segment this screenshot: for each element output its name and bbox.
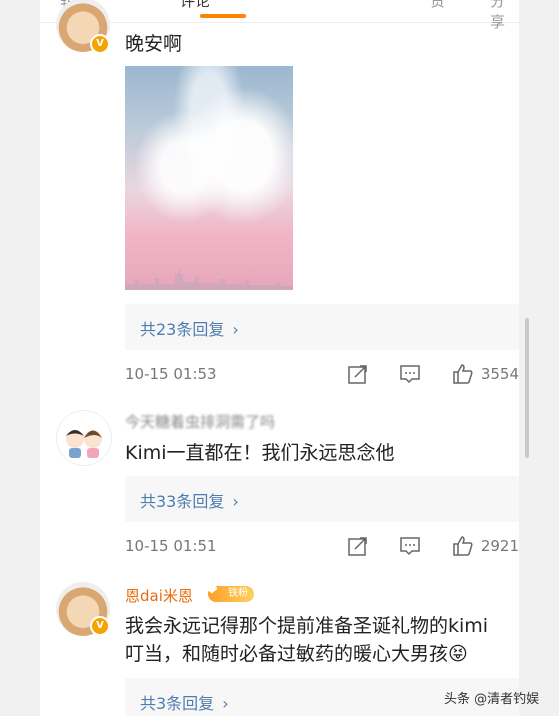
comment-icon[interactable] — [398, 534, 422, 558]
comment-meta: 10-15 01:51 2921 — [125, 534, 519, 558]
cartoon-couple-graphic — [66, 430, 102, 458]
replies-box[interactable]: 共33条回复 › — [125, 476, 519, 522]
username[interactable]: 恩dai米恩 — [125, 585, 193, 606]
repost-icon[interactable] — [346, 534, 370, 558]
tab-comments[interactable]: 评论 — [180, 0, 210, 11]
replies-link[interactable]: 共23条回复 › — [140, 316, 239, 340]
like-count: 2921 — [480, 537, 519, 555]
repost-icon[interactable] — [346, 362, 370, 386]
comment-text-line-2: 叮当，和随时必备过敏药的暖心大男孩😝 — [125, 643, 468, 665]
username[interactable]: 今天糖着虫排洞需了吗 — [125, 411, 275, 432]
like-icon[interactable] — [451, 362, 475, 386]
comment-icon[interactable] — [398, 362, 422, 386]
scrollbar[interactable] — [525, 318, 529, 458]
active-tab-indicator — [200, 14, 246, 18]
verified-badge-icon: V — [90, 34, 110, 54]
comment-list: 转发 评论 赞 分享 V 晚安啊 共23条回复› 10-15 01:53 355… — [40, 0, 519, 716]
comment-text: Kimi一直都在！我们永远思念他 — [125, 442, 395, 464]
timestamp: 10-15 01:51 — [125, 537, 217, 555]
left-gutter — [0, 0, 40, 716]
replies-link[interactable]: 共33条回复 › — [140, 488, 239, 512]
timestamp: 10-15 01:53 — [125, 365, 217, 383]
heart-icon: ❤ — [206, 583, 218, 599]
like-count: 3554 — [480, 365, 519, 383]
watermark: 头条 @清者钓娱 — [444, 692, 540, 707]
chevron-right-icon: › — [222, 694, 229, 713]
comment-text-line-1: 我会永远记得那个提前准备圣诞礼物的kimi — [125, 615, 489, 637]
tab-bar: 转发 评论 赞 分享 — [40, 0, 519, 31]
comment-meta: 10-15 01:53 3554 — [125, 362, 519, 386]
tab-likes[interactable]: 赞 — [430, 0, 445, 11]
like-icon[interactable] — [451, 534, 475, 558]
replies-box[interactable]: 共23条回复 › — [125, 304, 519, 350]
comment-image[interactable] — [125, 66, 293, 290]
fan-badge: ❤ 铁粉 — [206, 583, 254, 602]
comment-text: 晚安啊 — [125, 33, 183, 55]
replies-link[interactable]: 共3条回复 › — [140, 690, 229, 714]
verified-badge-icon: V — [90, 616, 110, 636]
chevron-right-icon: › — [232, 320, 239, 339]
city-skyline-graphic — [125, 270, 293, 290]
avatar[interactable] — [56, 410, 112, 466]
tab-share[interactable]: 分享 — [490, 0, 519, 32]
chevron-right-icon: › — [232, 492, 239, 511]
